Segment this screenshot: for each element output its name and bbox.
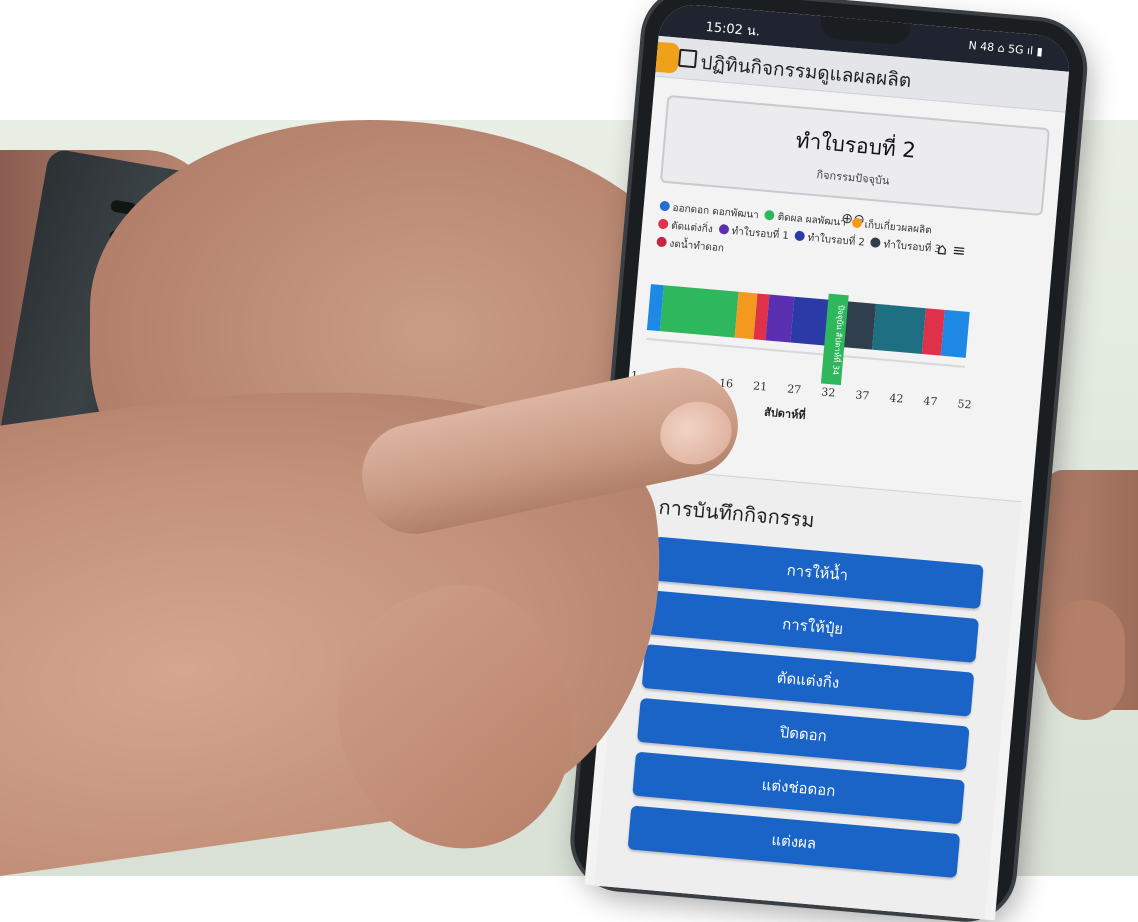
activity-section-title: ≡ การบันทึกกิจกรรม [634, 489, 816, 537]
activity-section-title-text: การบันทึกกิจกรรม [657, 494, 816, 533]
x-tick-label: 27 [786, 382, 802, 397]
legend-label: เก็บเกี่ยวผลผลิต [864, 219, 933, 237]
x-tick-label: 32 [820, 385, 836, 400]
legend-label: ทำใบรอบที่ 1 [731, 225, 790, 242]
legend-label: ทำใบรอบที่ 3 [883, 239, 942, 256]
calendar-icon [677, 48, 698, 69]
legend-label: ทำใบรอบที่ 2 [807, 232, 866, 249]
chart-segment [940, 309, 970, 358]
holding-finger [1045, 600, 1125, 720]
chart-bar-track [646, 284, 970, 358]
legend-swatch [851, 217, 863, 229]
legend-item[interactable]: งดน้ำทำดอก [656, 235, 725, 259]
legend-swatch [764, 209, 776, 221]
status-icons: N 48 ⌂ 5G ıl ▮ [967, 38, 1044, 59]
chart-segment [871, 303, 926, 355]
chart-segment [659, 285, 739, 338]
legend-swatch [870, 237, 882, 248]
legend-swatch [659, 200, 671, 212]
page-title: ปฏิทินกิจกรรมดูแลผลผลิต [699, 51, 913, 93]
legend-swatch [718, 223, 730, 235]
status-time: 15:02 น. [704, 19, 761, 40]
x-tick-label: 37 [854, 388, 870, 403]
legend-swatch [794, 230, 806, 242]
x-tick-label: 21 [752, 379, 768, 394]
legend-label: งดน้ำทำดอก [669, 238, 725, 255]
legend-swatch [657, 218, 669, 230]
x-axis-title: สัปดาห์ที่ [763, 405, 807, 423]
chart-legend: ออกดอก ดอกพัฒนา ติดผล ผลพัฒนา เก็บเกี่ยวผล… [656, 199, 970, 280]
legend-label: ติดผล ผลพัฒนา [777, 211, 847, 229]
x-tick-label: 47 [922, 394, 938, 409]
x-tick-label: 42 [888, 391, 904, 406]
current-activity-card: ทำใบรอบที่ 2 กิจกรรมปัจจุบัน [659, 94, 1051, 216]
x-tick-label: 52 [956, 397, 973, 412]
legend-swatch [656, 236, 668, 248]
legend-label: ตัดแต่งกิ่ง [670, 220, 714, 236]
